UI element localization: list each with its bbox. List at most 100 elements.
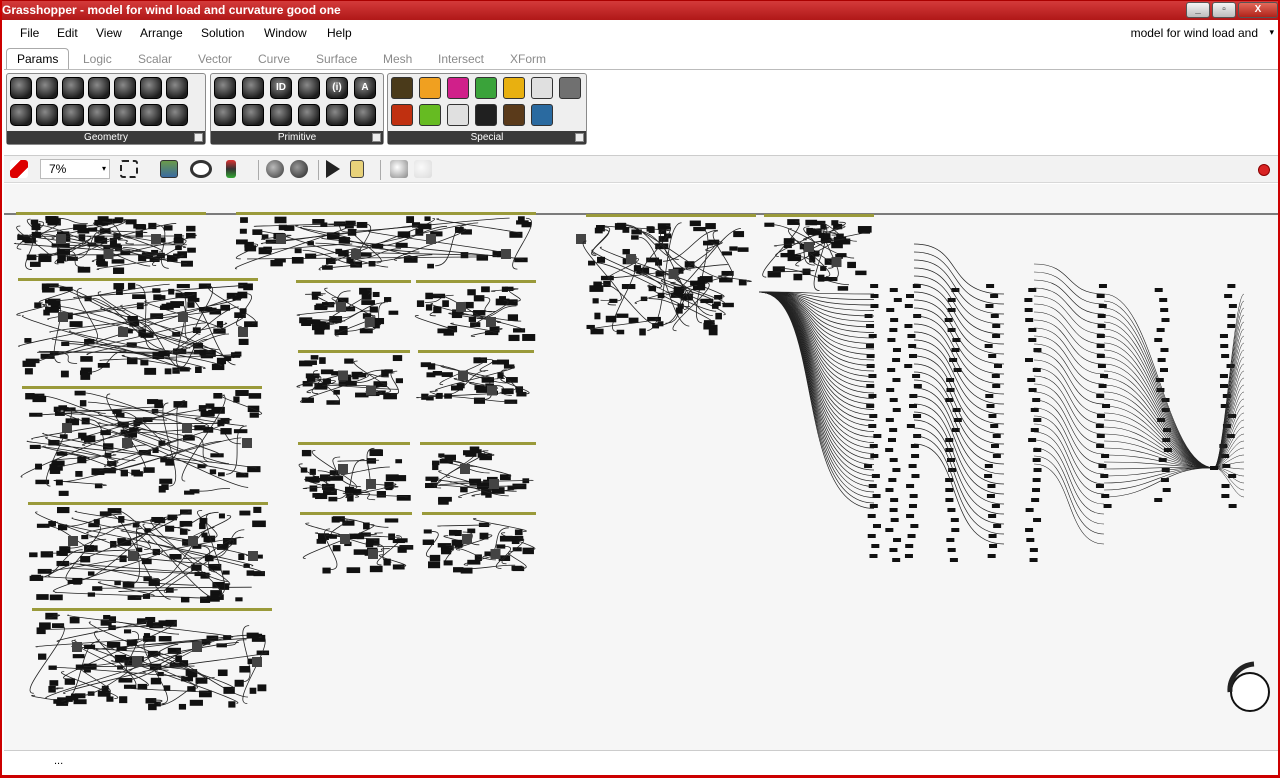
component-icon[interactable] [88,104,110,126]
menu-file[interactable]: File [20,26,39,40]
component-icon[interactable] [166,77,188,99]
component-icon[interactable] [354,104,376,126]
lock-icon[interactable] [350,160,364,178]
special-component-icon[interactable] [503,77,525,99]
special-component-icon[interactable] [531,104,553,126]
component-icon[interactable] [242,104,264,126]
title-bar[interactable]: Grasshopper - model for wind load and cu… [2,0,1278,20]
expand-panel-icon[interactable] [575,133,584,142]
graph-node [1024,308,1033,312]
special-component-icon[interactable] [559,77,581,99]
play-icon[interactable] [326,160,340,178]
tab-scalar[interactable]: Scalar [138,52,172,66]
node-graph[interactable] [4,184,1280,750]
component-icon[interactable] [36,77,58,99]
eraser-icon[interactable] [10,160,28,178]
component-icon[interactable] [140,104,162,126]
graph-node [188,536,198,546]
component-icon[interactable] [326,104,348,126]
eye-icon[interactable] [190,160,212,178]
record-indicator-icon[interactable] [1258,164,1270,176]
component-icon[interactable] [166,104,188,126]
bake-icon[interactable] [390,160,408,178]
zoom-extents-icon[interactable] [120,160,138,178]
graph-node [40,551,54,558]
special-component-icon[interactable] [447,104,469,126]
minimize-button[interactable]: _ [1186,2,1210,18]
tab-intersect[interactable]: Intersect [438,52,484,66]
expand-panel-icon[interactable] [372,133,381,142]
component-icon[interactable] [298,104,320,126]
menu-solution[interactable]: Solution [201,26,244,40]
component-icon[interactable]: (i) [326,77,348,99]
panel-label-geometry: Geometry [7,131,205,144]
document-selector[interactable]: model for wind load and [1131,26,1258,40]
zoom-level-select[interactable]: 7% ▾ [40,159,110,179]
component-icon[interactable] [298,77,320,99]
graph-node [113,267,125,274]
shaded-sphere-icon[interactable] [290,160,308,178]
component-icon[interactable] [36,104,58,126]
special-component-icon[interactable] [475,77,497,99]
tab-mesh[interactable]: Mesh [383,52,412,66]
component-icon[interactable] [114,104,136,126]
component-icon[interactable] [62,104,84,126]
component-icon[interactable]: ID [270,77,292,99]
special-component-icon[interactable] [447,77,469,99]
component-icon[interactable] [114,77,136,99]
graph-canvas[interactable] [4,184,1280,750]
component-icon[interactable] [88,77,110,99]
menu-help[interactable]: Help [327,26,352,40]
component-icon[interactable] [242,77,264,99]
special-component-icon[interactable] [475,104,497,126]
menu-arrange[interactable]: Arrange [140,26,183,40]
graph-node [406,216,415,224]
graph-node [143,467,155,473]
tab-curve[interactable]: Curve [258,52,290,66]
special-component-icon[interactable] [391,77,413,99]
graph-node [427,263,435,269]
menu-view[interactable]: View [96,26,122,40]
graph-node [468,478,482,484]
tab-logic[interactable]: Logic [83,52,112,66]
map-icon[interactable] [160,160,178,178]
graph-node [497,372,504,379]
menu-window[interactable]: Window [264,26,307,40]
special-component-icon[interactable] [531,77,553,99]
graph-node [990,314,999,318]
graph-node [1025,358,1034,362]
component-icon[interactable] [214,77,236,99]
special-component-icon[interactable] [391,104,413,126]
menu-edit[interactable]: Edit [57,26,78,40]
preview-icon[interactable] [226,160,236,178]
tab-params[interactable]: Params [6,48,70,70]
component-icon[interactable] [10,77,32,99]
graph-node [366,385,376,396]
tab-surface[interactable]: Surface [316,52,357,66]
chevron-down-icon[interactable]: ▾ [1269,27,1274,38]
component-icon[interactable] [140,77,162,99]
graph-wire [1033,303,1105,345]
tab-vector[interactable]: Vector [198,52,232,66]
tab-xform[interactable]: XForm [510,52,546,66]
special-component-icon[interactable] [419,104,441,126]
sphere-icon[interactable] [266,160,284,178]
component-icon[interactable]: A [354,77,376,99]
maximize-button[interactable]: ▫ [1212,2,1236,18]
graph-node [332,545,341,552]
expand-panel-icon[interactable] [194,133,203,142]
chevron-down-icon[interactable]: ▾ [102,160,106,178]
component-icon[interactable] [62,77,84,99]
graph-wire [1103,356,1215,469]
component-icon[interactable] [214,104,236,126]
graph-node [616,313,629,318]
graph-node [217,419,225,427]
component-icon[interactable] [10,104,32,126]
graph-node [48,298,61,306]
special-component-icon[interactable] [503,104,525,126]
geometry-icon-grid [10,77,192,131]
close-button[interactable]: X [1238,2,1278,18]
component-icon[interactable] [270,104,292,126]
graph-node [509,231,523,238]
special-component-icon[interactable] [419,77,441,99]
